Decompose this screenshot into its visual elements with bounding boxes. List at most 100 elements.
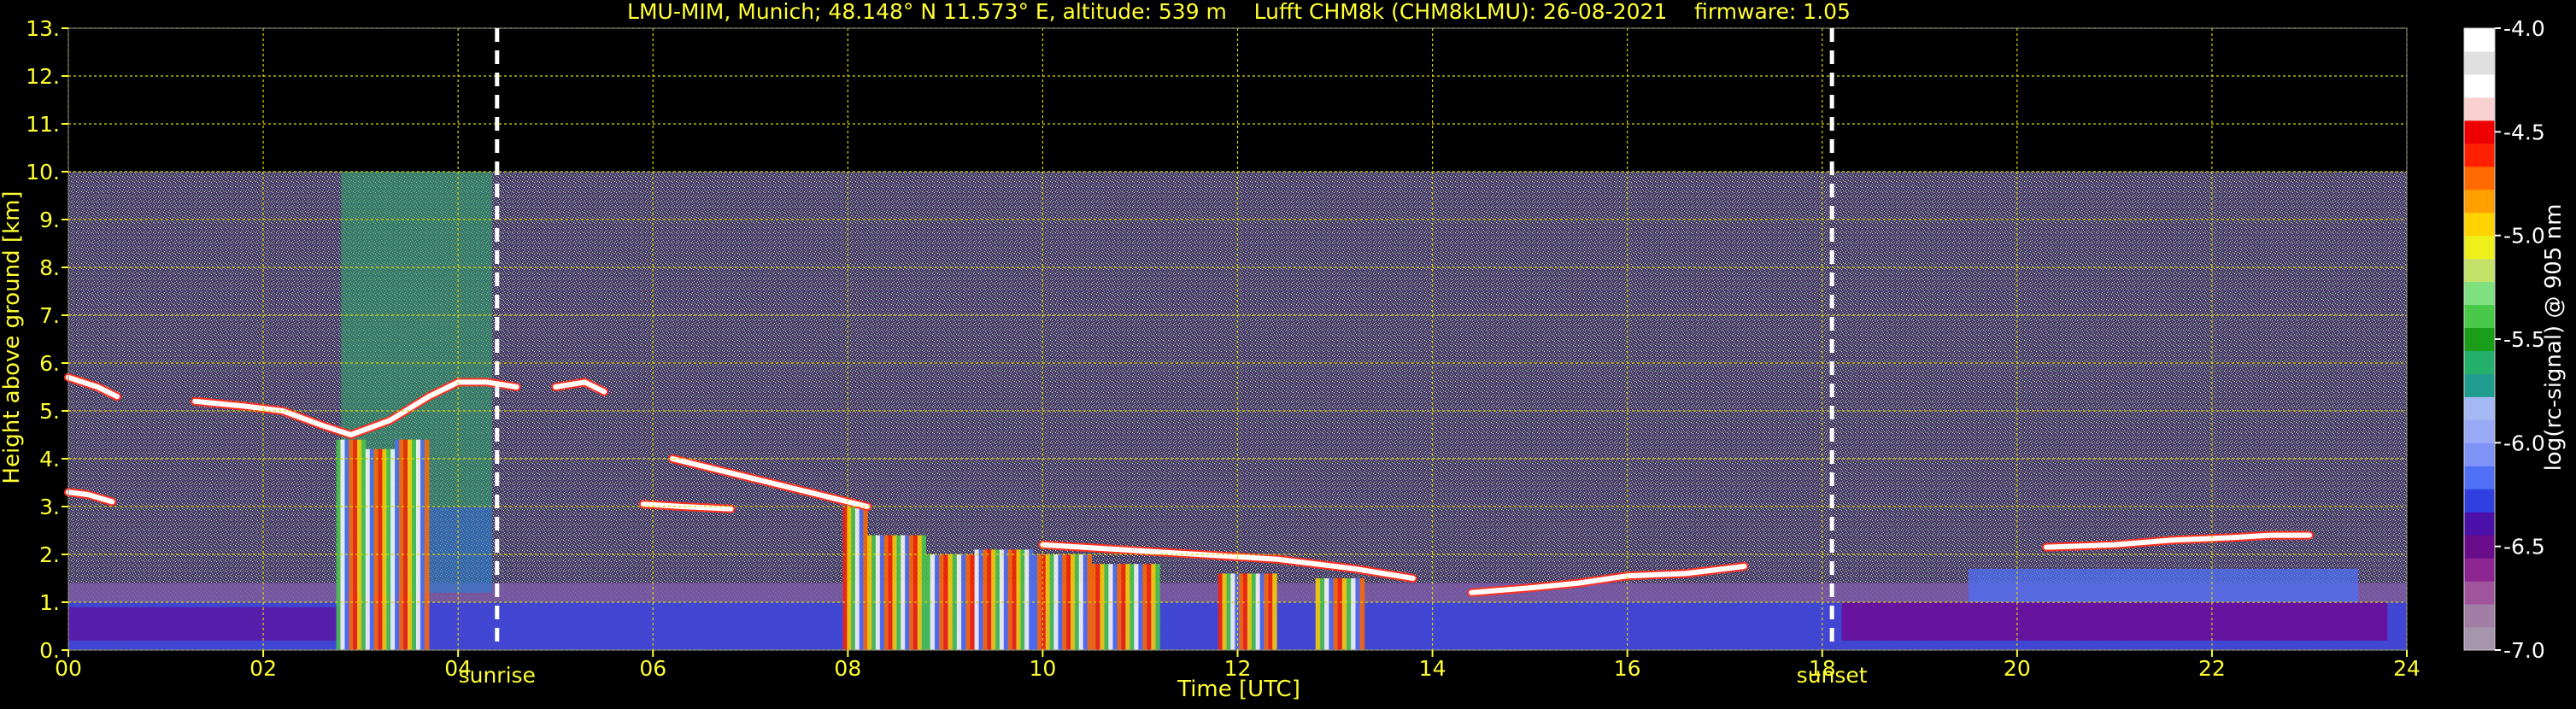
precip-stripe [1138, 564, 1143, 650]
colorbar-segment [2464, 258, 2495, 283]
ceilometer-chart-root: 00 02 04 06 08 10 12 14 16 18 20 22 24 0. 1. 2. 3. 4. 5. 6.… [0, 0, 2576, 706]
colorbar-segment [2464, 419, 2495, 443]
precip-stripe [336, 439, 342, 650]
precip-stripe [1024, 549, 1030, 650]
precip-stripe [1333, 578, 1339, 650]
colorbar-segment [2464, 281, 2495, 306]
colorbar-segment [2464, 235, 2495, 260]
precipitation-column [395, 439, 430, 650]
precip-stripe [1130, 564, 1135, 650]
precipitation-column [336, 439, 367, 650]
precip-stripe [912, 535, 918, 650]
precip-stripe [1355, 578, 1361, 650]
colorbar-segment [2464, 466, 2495, 489]
precip-stripe [871, 535, 877, 650]
precip-stripe [382, 448, 387, 650]
precip-stripe [390, 448, 396, 650]
precip-stripe [851, 507, 856, 650]
precip-stripe [1125, 564, 1130, 650]
precip-stripe [905, 535, 910, 650]
precip-stripe [1226, 573, 1231, 650]
precip-stripe [854, 507, 860, 650]
colorbar-segment [2464, 604, 2495, 628]
precipitation-column [974, 549, 1034, 650]
precip-stripe [1272, 573, 1277, 650]
precip-stripe [1222, 573, 1227, 650]
precipitation-column [1218, 573, 1277, 650]
precip-stripe [408, 439, 413, 650]
precip-stripe [1230, 573, 1235, 650]
colorbar-tick-label: -6.0 [2503, 431, 2545, 455]
precip-stripe [349, 439, 354, 650]
colorbar-segment [2464, 97, 2495, 121]
precip-stripe [353, 439, 358, 650]
precip-stripe [879, 535, 885, 650]
precip-stripe [340, 439, 345, 650]
precip-stripe [424, 439, 430, 650]
colorbar-segment [2464, 627, 2495, 651]
precip-stripe [1100, 564, 1105, 650]
sunset-marker-label: sunset [1797, 663, 1868, 688]
y-tick-label: 9. [39, 208, 60, 232]
precip-stripe [859, 507, 864, 650]
aerosol-patch [1841, 602, 2388, 641]
precipitation-column [867, 535, 927, 650]
precip-stripe [995, 549, 1000, 650]
colorbar-segment [2464, 120, 2495, 144]
colorbar-segment [2464, 143, 2495, 167]
precip-stripe [1324, 578, 1329, 650]
precip-stripe [369, 448, 375, 650]
x-tick-label: 14 [1419, 656, 1446, 681]
precip-stripe [395, 439, 400, 650]
y-tick-label: 7. [39, 303, 60, 328]
precip-stripe [1239, 573, 1244, 650]
precip-stripe [883, 535, 889, 650]
y-tick-label: 12. [26, 64, 60, 89]
precip-stripe [1029, 549, 1034, 650]
precip-stripe [1151, 564, 1156, 650]
y-axis-label: Height above ground [km] [0, 190, 25, 483]
precip-stripe [1117, 564, 1122, 650]
x-tick-label: 20 [2004, 656, 2031, 681]
precip-stripe [892, 535, 897, 650]
colorbar-segment [2464, 73, 2495, 98]
colorbar-segment [2464, 373, 2495, 397]
precip-stripe [867, 535, 872, 650]
colorbar-segment [2464, 396, 2495, 420]
colorbar-segment [2464, 512, 2495, 536]
precip-stripe [1359, 578, 1365, 650]
precip-stripe [875, 535, 881, 650]
precip-stripe [1016, 549, 1021, 650]
precip-stripe [357, 439, 362, 650]
precip-stripe [1218, 573, 1223, 650]
colorbar-segment [2464, 535, 2495, 559]
precip-stripe [896, 535, 901, 650]
precip-stripe [415, 439, 421, 650]
colorbar-tick-label: -6.5 [2503, 535, 2545, 560]
colorbar-segment [2464, 212, 2495, 237]
precip-stripe [1243, 573, 1248, 650]
precip-stripe [863, 507, 868, 650]
precip-stripe [1134, 564, 1139, 650]
colorbar-segment [2464, 350, 2495, 374]
precip-stripe [1095, 564, 1100, 650]
precip-stripe [411, 439, 417, 650]
precip-stripe [1247, 573, 1253, 650]
precip-stripe [1091, 564, 1096, 650]
precip-stripe [1315, 578, 1321, 650]
aerosol-patch [1968, 568, 2358, 602]
colorbar-segment [2464, 327, 2495, 351]
precip-stripe [987, 549, 992, 650]
colorbar-tick-label: -7.0 [2503, 638, 2545, 663]
precip-stripe [991, 549, 996, 650]
precip-stripe [1007, 549, 1013, 650]
precip-stripe [1155, 564, 1160, 650]
precip-stripe [344, 439, 349, 650]
ceilometer-chart: 00 02 04 06 08 10 12 14 16 18 20 22 240.1.2.3.4.5.6.… [0, 0, 2567, 702]
precipitation-column [1033, 554, 1092, 650]
precip-stripe [888, 535, 893, 650]
precip-stripe [909, 535, 914, 650]
y-tick-label: 0. [39, 638, 60, 663]
colorbar-tick-label: -4.5 [2503, 120, 2545, 144]
colorbar-segment [2464, 558, 2495, 582]
